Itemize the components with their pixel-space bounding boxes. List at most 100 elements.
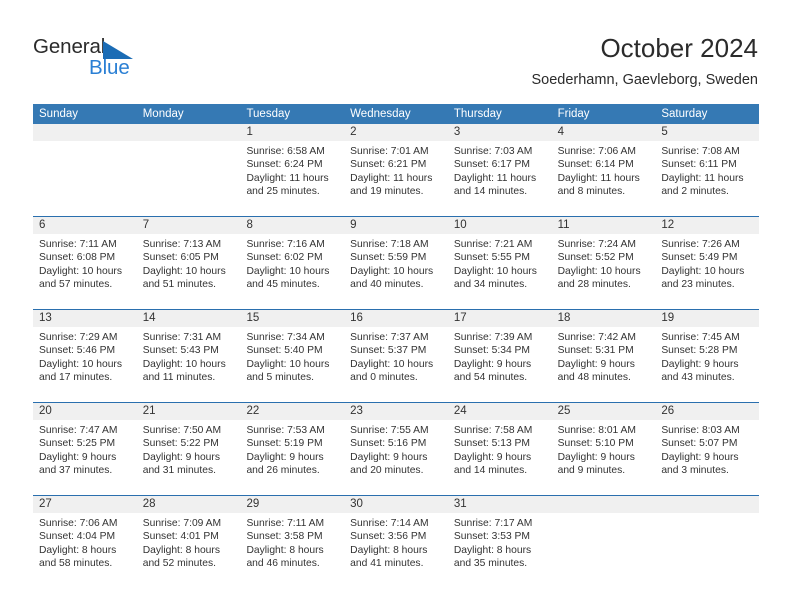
day-number-band: 11	[551, 217, 656, 234]
day-cell[interactable]: 28 Sunrise: 7:09 AM Sunset: 4:01 PM Dayl…	[136, 496, 241, 588]
day-cell[interactable]: 15 Sunrise: 7:34 AM Sunset: 5:40 PM Dayl…	[240, 310, 345, 402]
day-number-band	[551, 496, 656, 513]
sunset-text: Sunset: 5:37 PM	[350, 345, 427, 357]
sunrise-text: Sunrise: 7:58 AM	[453, 425, 533, 436]
sunrise-text: Sunrise: 7:18 AM	[350, 239, 429, 250]
day-number: 13	[39, 312, 52, 324]
day-number-band: 4	[551, 124, 656, 141]
day-cell[interactable]: 13 Sunrise: 7:29 AM Sunset: 5:46 PM Dayl…	[33, 310, 137, 402]
day-cell[interactable]: 6 Sunrise: 7:11 AM Sunset: 6:08 PM Dayli…	[33, 217, 137, 309]
sunset-text: Sunset: 4:04 PM	[39, 531, 116, 543]
day-cell[interactable]: 27 Sunrise: 7:06 AM Sunset: 4:04 PM Dayl…	[33, 496, 137, 588]
day-number-band: 27	[33, 496, 137, 513]
day-cell[interactable]: 1 Sunrise: 6:58 AM Sunset: 6:24 PM Dayli…	[240, 124, 345, 216]
sunrise-text: Sunrise: 7:11 AM	[39, 239, 117, 250]
sunrise-text: Sunrise: 7:50 AM	[142, 425, 222, 436]
day-cell[interactable]	[136, 124, 241, 216]
day-cell[interactable]	[655, 496, 760, 588]
day-cell[interactable]: 19 Sunrise: 7:45 AM Sunset: 5:28 PM Dayl…	[655, 310, 760, 402]
day-cell[interactable]: 12 Sunrise: 7:26 AM Sunset: 5:49 PM Dayl…	[655, 217, 760, 309]
day-cell[interactable]: 22 Sunrise: 7:53 AM Sunset: 5:19 PM Dayl…	[240, 403, 345, 495]
sunrise-text: Sunrise: 7:06 AM	[557, 146, 637, 157]
day-cell[interactable]: 29 Sunrise: 7:11 AM Sunset: 3:58 PM Dayl…	[240, 496, 345, 588]
day-cell[interactable]: 21 Sunrise: 7:50 AM Sunset: 5:22 PM Dayl…	[136, 403, 241, 495]
day-details: Sunrise: 7:34 AM Sunset: 5:40 PM Dayligh…	[240, 327, 344, 385]
day-number-band: 24	[447, 403, 552, 420]
day-details: Sunrise: 7:16 AM Sunset: 6:02 PM Dayligh…	[240, 234, 344, 292]
sunrise-text: Sunrise: 7:01 AM	[350, 146, 429, 157]
day-number: 5	[661, 126, 668, 138]
day-cell[interactable]: 31 Sunrise: 7:17 AM Sunset: 3:53 PM Dayl…	[447, 496, 552, 588]
daylight-text-line1: Daylight: 10 hours	[246, 358, 330, 370]
day-number: 23	[350, 405, 363, 417]
daylight-text-line2: and 54 minutes.	[453, 372, 528, 384]
sunrise-text: Sunrise: 7:14 AM	[350, 518, 429, 529]
day-cell[interactable]: 24 Sunrise: 7:58 AM Sunset: 5:13 PM Dayl…	[447, 403, 552, 495]
daylight-text-line2: and 31 minutes.	[142, 465, 216, 477]
day-cell[interactable]: 25 Sunrise: 8:01 AM Sunset: 5:10 PM Dayl…	[551, 403, 656, 495]
day-number: 9	[350, 219, 357, 231]
day-number: 6	[39, 219, 46, 231]
daylight-text-line1: Daylight: 8 hours	[39, 544, 117, 556]
day-cell[interactable]: 14 Sunrise: 7:31 AM Sunset: 5:43 PM Dayl…	[136, 310, 241, 402]
day-details	[137, 141, 241, 145]
daylight-text-line1: Daylight: 9 hours	[246, 451, 324, 463]
daylight-text-line2: and 26 minutes.	[246, 465, 320, 477]
day-cell[interactable]: 30 Sunrise: 7:14 AM Sunset: 3:56 PM Dayl…	[344, 496, 448, 588]
sunrise-text: Sunrise: 7:26 AM	[661, 239, 740, 250]
sunset-text: Sunset: 5:34 PM	[453, 345, 531, 357]
daylight-text-line1: Daylight: 10 hours	[39, 265, 122, 277]
sunrise-text: Sunrise: 7:42 AM	[557, 332, 637, 343]
day-number-band: 12	[655, 217, 760, 234]
day-cell[interactable]: 11 Sunrise: 7:24 AM Sunset: 5:52 PM Dayl…	[551, 217, 656, 309]
day-cell[interactable]: 20 Sunrise: 7:47 AM Sunset: 5:25 PM Dayl…	[33, 403, 137, 495]
day-cell[interactable]: 4 Sunrise: 7:06 AM Sunset: 6:14 PM Dayli…	[551, 124, 656, 216]
calendar-page: General Blue October 2024 Soederhamn, Ga…	[0, 0, 792, 612]
daylight-text-line2: and 52 minutes.	[142, 558, 216, 570]
day-details	[33, 141, 137, 145]
daylight-text-line1: Daylight: 10 hours	[142, 358, 226, 370]
day-cell[interactable]: 9 Sunrise: 7:18 AM Sunset: 5:59 PM Dayli…	[344, 217, 448, 309]
day-cell[interactable]: 23 Sunrise: 7:55 AM Sunset: 5:16 PM Dayl…	[344, 403, 448, 495]
sunset-text: Sunset: 6:24 PM	[246, 159, 323, 171]
day-cell[interactable]	[33, 124, 137, 216]
sunset-text: Sunset: 5:16 PM	[350, 438, 427, 450]
day-cell[interactable]: 16 Sunrise: 7:37 AM Sunset: 5:37 PM Dayl…	[344, 310, 448, 402]
day-details: Sunrise: 7:09 AM Sunset: 4:01 PM Dayligh…	[137, 513, 241, 571]
daylight-text-line1: Daylight: 9 hours	[350, 451, 428, 463]
daylight-text-line1: Daylight: 9 hours	[661, 358, 739, 370]
day-details: Sunrise: 7:50 AM Sunset: 5:22 PM Dayligh…	[137, 420, 241, 478]
day-number: 14	[142, 312, 156, 324]
day-details: Sunrise: 8:01 AM Sunset: 5:10 PM Dayligh…	[552, 420, 656, 478]
day-cell[interactable]: 18 Sunrise: 7:42 AM Sunset: 5:31 PM Dayl…	[551, 310, 656, 402]
sunrise-text: Sunrise: 7:06 AM	[39, 518, 118, 529]
daylight-text-line1: Daylight: 8 hours	[453, 544, 532, 556]
day-cell[interactable]: 17 Sunrise: 7:39 AM Sunset: 5:34 PM Dayl…	[447, 310, 552, 402]
day-cell[interactable]: 8 Sunrise: 7:16 AM Sunset: 6:02 PM Dayli…	[240, 217, 345, 309]
day-number: 3	[453, 126, 461, 138]
day-cell[interactable]: 2 Sunrise: 7:01 AM Sunset: 6:21 PM Dayli…	[344, 124, 448, 216]
day-number-band: 8	[240, 217, 345, 234]
day-cell[interactable]: 5 Sunrise: 7:08 AM Sunset: 6:11 PM Dayli…	[655, 124, 760, 216]
day-details: Sunrise: 8:03 AM Sunset: 5:07 PM Dayligh…	[655, 420, 759, 478]
weekday-friday: Friday	[557, 108, 590, 120]
day-details: Sunrise: 7:55 AM Sunset: 5:16 PM Dayligh…	[344, 420, 448, 478]
day-cell[interactable]	[551, 496, 656, 588]
day-details: Sunrise: 6:58 AM Sunset: 6:24 PM Dayligh…	[240, 141, 344, 199]
day-number: 18	[557, 312, 571, 324]
sunset-text: Sunset: 3:58 PM	[246, 531, 323, 543]
day-number-band: 23	[344, 403, 448, 420]
day-cell[interactable]: 10 Sunrise: 7:21 AM Sunset: 5:55 PM Dayl…	[447, 217, 552, 309]
day-details: Sunrise: 7:18 AM Sunset: 5:59 PM Dayligh…	[344, 234, 448, 292]
daylight-text-line1: Daylight: 9 hours	[453, 451, 532, 463]
day-number: 31	[453, 498, 467, 510]
sunrise-text: Sunrise: 7:37 AM	[350, 332, 429, 343]
day-cell[interactable]: 7 Sunrise: 7:13 AM Sunset: 6:05 PM Dayli…	[136, 217, 241, 309]
daylight-text-line2: and 46 minutes.	[246, 558, 320, 570]
day-details: Sunrise: 7:39 AM Sunset: 5:34 PM Dayligh…	[448, 327, 552, 385]
sunrise-text: Sunrise: 7:09 AM	[142, 518, 222, 529]
day-cell[interactable]: 3 Sunrise: 7:03 AM Sunset: 6:17 PM Dayli…	[447, 124, 552, 216]
day-cell[interactable]: 26 Sunrise: 8:03 AM Sunset: 5:07 PM Dayl…	[655, 403, 760, 495]
sunrise-text: Sunrise: 7:16 AM	[246, 239, 325, 250]
day-number: 11	[557, 219, 570, 231]
